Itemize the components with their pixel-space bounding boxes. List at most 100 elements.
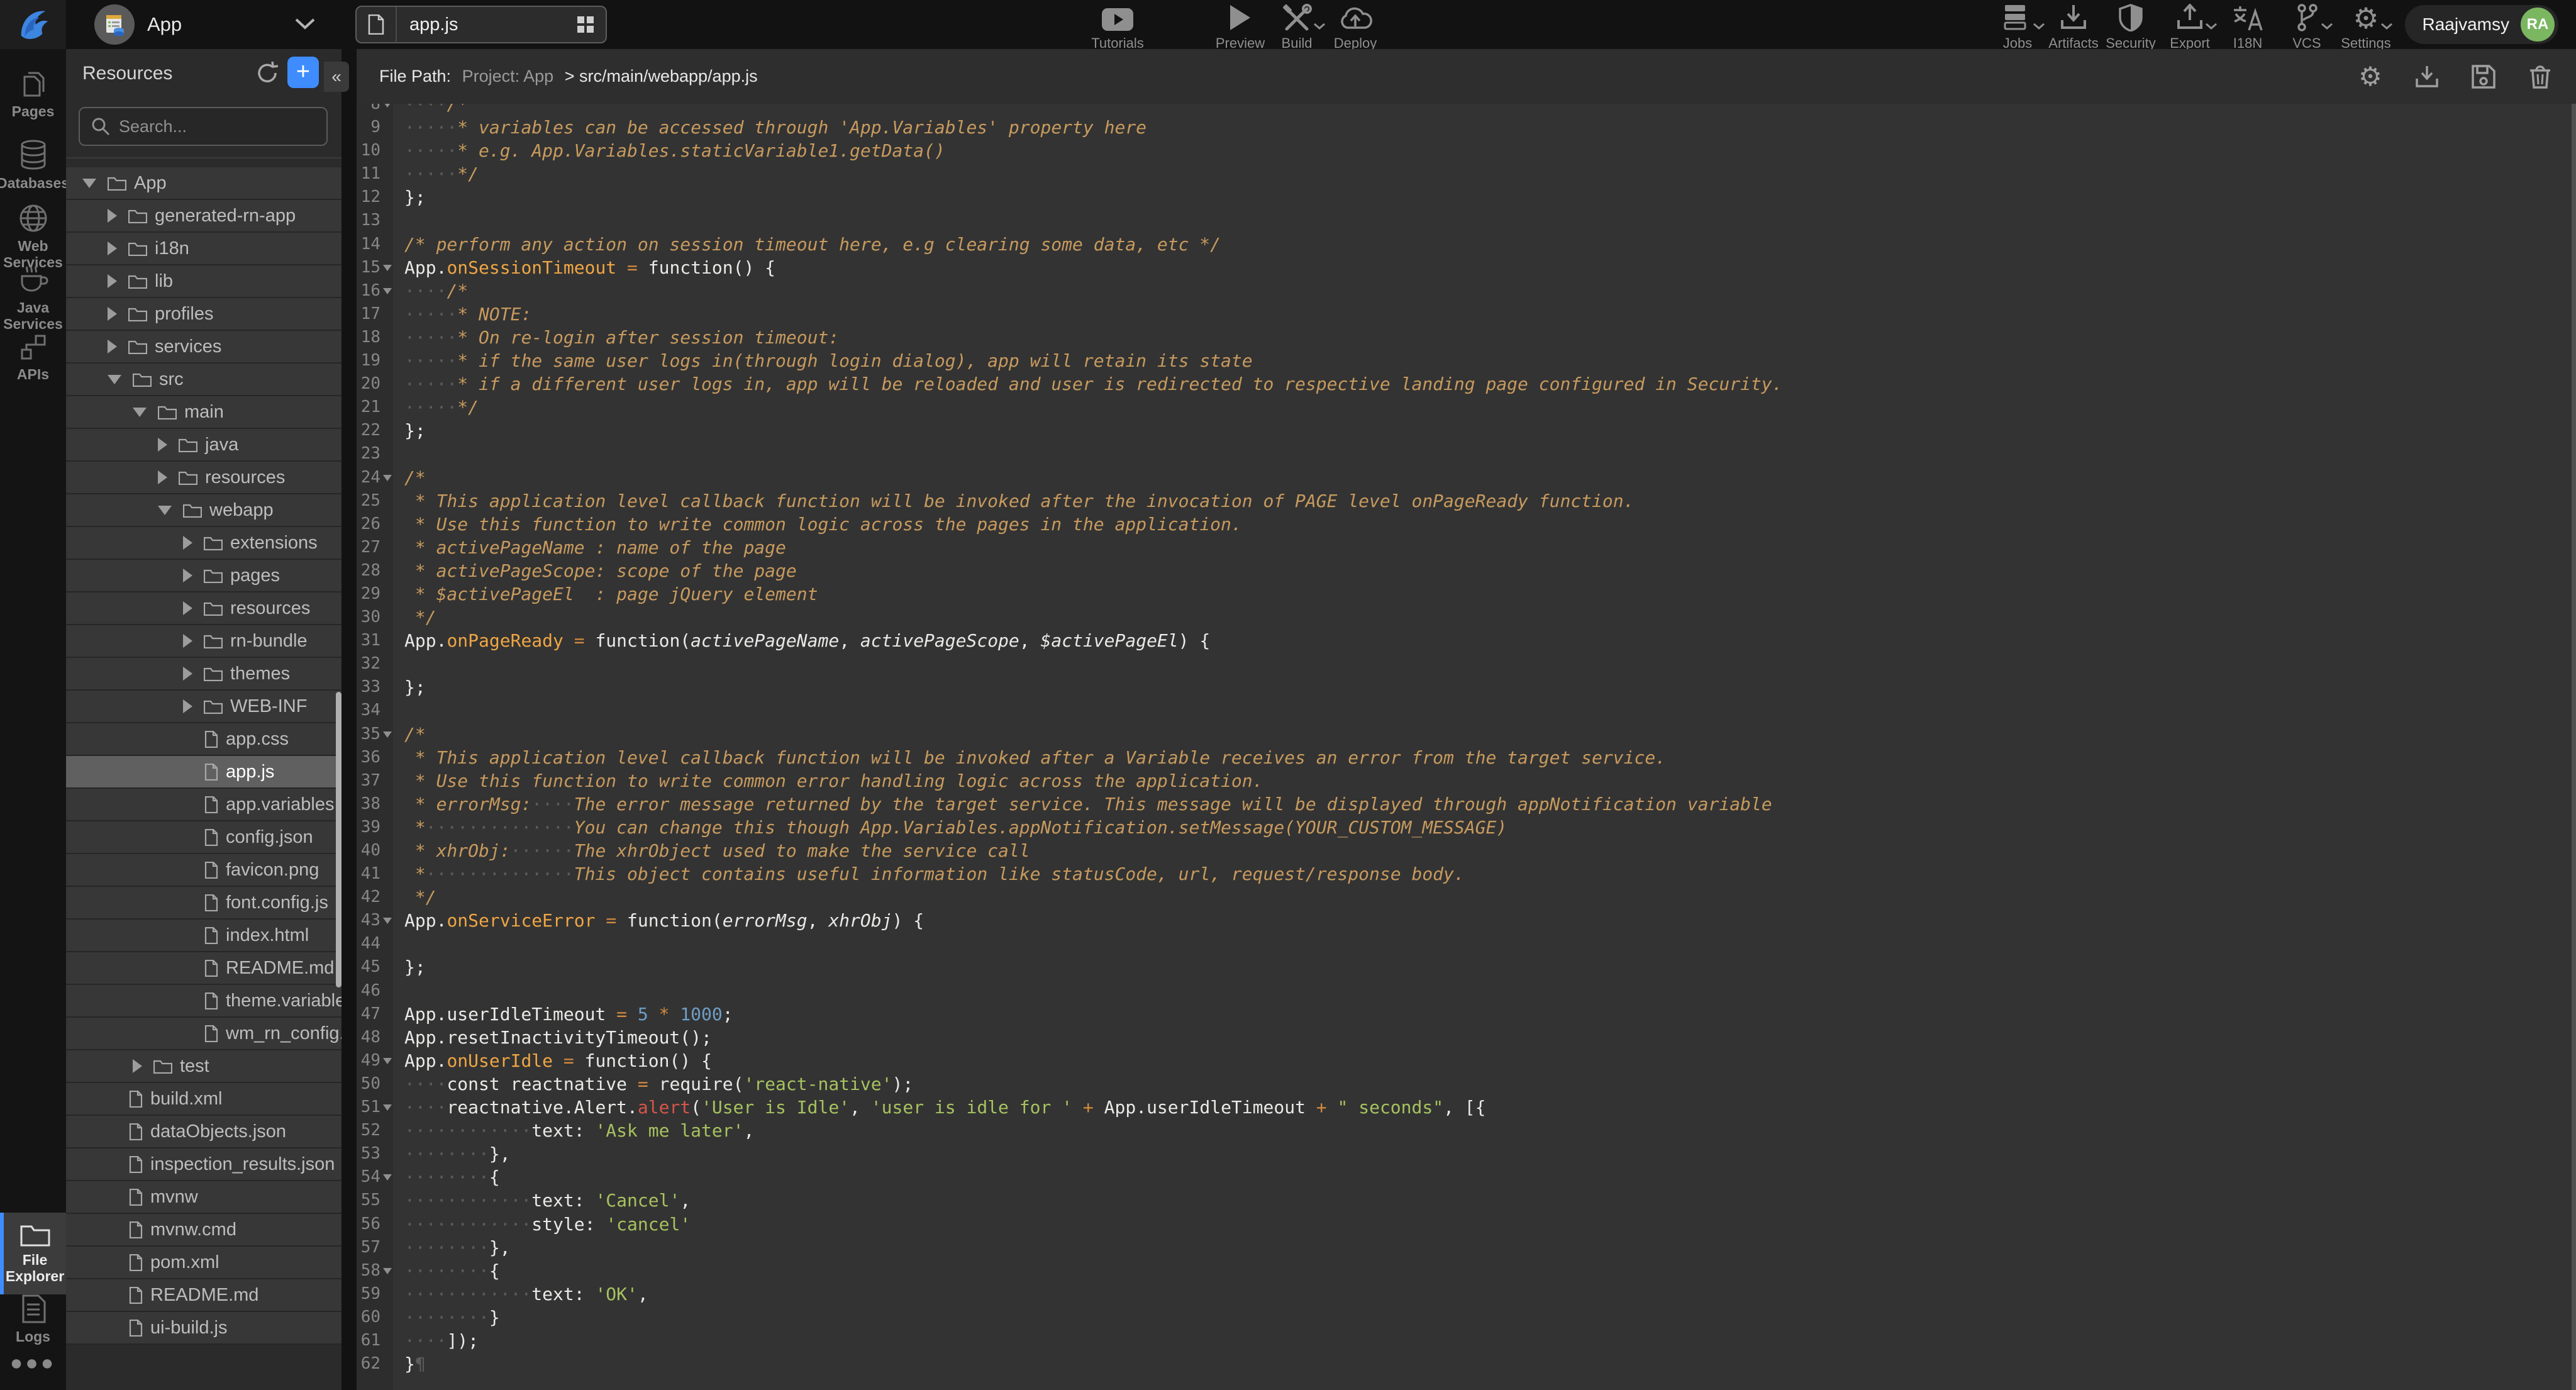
collapse-panel-button[interactable]: «	[324, 62, 349, 92]
fold-marker-icon[interactable]	[383, 1058, 392, 1064]
tree-row-i18n[interactable]: i18n	[66, 233, 341, 265]
tree-row-dataobjects-json[interactable]: dataObjects.json	[66, 1116, 341, 1148]
tree-row-profiles[interactable]: profiles	[66, 298, 341, 331]
search-input[interactable]: Search...	[79, 107, 328, 146]
tree-item-label: pom.xml	[150, 1252, 219, 1273]
settings-button[interactable]: ⚙ Settings	[2319, 4, 2413, 52]
chevron-open-icon[interactable]	[133, 408, 147, 417]
chevron-closed-icon[interactable]	[108, 242, 117, 255]
grid-view-icon[interactable]	[565, 16, 606, 33]
chevron-closed-icon[interactable]	[183, 569, 192, 582]
brand-logo[interactable]	[0, 0, 66, 49]
code-line-54: 54········{	[357, 1165, 2576, 1189]
project-chevron-down-icon[interactable]	[294, 18, 316, 30]
sidebar-item-pages[interactable]: Pages	[0, 70, 66, 120]
chevron-closed-icon[interactable]	[133, 1059, 142, 1073]
tree-row-web-inf[interactable]: WEB-INF	[66, 691, 341, 723]
tree-row-themes[interactable]: themes	[66, 658, 341, 691]
line-number: 16	[357, 279, 393, 303]
chevron-closed-icon[interactable]	[183, 667, 192, 681]
tutorials-button[interactable]: Tutorials	[1070, 4, 1165, 52]
project-name[interactable]: App	[147, 13, 182, 36]
tree-row-app[interactable]: App	[66, 167, 341, 200]
tree-row-webapp[interactable]: webapp	[66, 494, 341, 527]
tree-row-ui-build-js[interactable]: ui-build.js	[66, 1312, 341, 1345]
chevron-closed-icon[interactable]	[108, 340, 117, 353]
line-number: 40	[357, 839, 393, 862]
chevron-open-icon[interactable]	[108, 375, 121, 384]
chevron-closed-icon[interactable]	[108, 307, 117, 321]
tree-row-mvnw-cmd[interactable]: mvnw.cmd	[66, 1214, 341, 1247]
editor-scrollbar[interactable]	[2572, 104, 2576, 1390]
tree-row-index-html[interactable]: index.html	[66, 920, 341, 952]
sidebar-item-web-services[interactable]: Web Services	[0, 204, 66, 270]
tree-row-pages[interactable]: pages	[66, 560, 341, 592]
chevron-open-icon[interactable]	[158, 506, 172, 515]
fold-marker-icon[interactable]	[383, 731, 392, 738]
tree-row-app-variables-js[interactable]: app.variables.js	[66, 789, 341, 821]
more-options-icon[interactable]: ●●●	[0, 1351, 66, 1376]
fold-marker-icon[interactable]	[383, 1268, 392, 1274]
tree-row-build-xml[interactable]: build.xml	[66, 1083, 341, 1116]
fold-marker-icon[interactable]	[383, 288, 392, 294]
deploy-button[interactable]: Deploy	[1308, 4, 1402, 52]
tree-row-app-css[interactable]: app.css	[66, 723, 341, 756]
refresh-icon[interactable]	[255, 60, 280, 86]
tree-row-readme-md[interactable]: README.md	[66, 1279, 341, 1312]
tree-row-font-config-js[interactable]: font.config.js	[66, 887, 341, 920]
sidebar-item-logs[interactable]: Logs	[0, 1294, 66, 1345]
chevron-closed-icon[interactable]	[158, 470, 167, 484]
editor-settings-gear-icon[interactable]: ⚙	[2357, 64, 2384, 90]
fold-marker-icon[interactable]	[383, 265, 392, 271]
tree-row-pom-xml[interactable]: pom.xml	[66, 1247, 341, 1279]
add-resource-button[interactable]: +	[287, 57, 319, 88]
fold-marker-icon[interactable]	[383, 475, 392, 481]
tree-row-resources[interactable]: resources	[66, 462, 341, 494]
chevron-closed-icon[interactable]	[108, 274, 117, 288]
tree-row-generated-rn-app[interactable]: generated-rn-app	[66, 200, 341, 233]
code-area[interactable]: 8····/*9·····* variables can be accessed…	[357, 104, 2576, 1390]
tree-row-favicon-png[interactable]: favicon.png	[66, 854, 341, 887]
tree-row-src[interactable]: src	[66, 364, 341, 396]
tree-row-lib[interactable]: lib	[66, 265, 341, 298]
tree-row-config-json[interactable]: config.json	[66, 821, 341, 854]
save-file-icon[interactable]	[2470, 64, 2497, 90]
tree-row-theme-variables-less[interactable]: theme.variables.less	[66, 985, 341, 1018]
chevron-closed-icon[interactable]	[108, 209, 117, 223]
tree-row-test[interactable]: test	[66, 1050, 341, 1083]
fold-marker-icon[interactable]	[383, 1174, 392, 1181]
tree-row-wm-rn-config-js[interactable]: wm_rn_config.js	[66, 1018, 341, 1050]
tree-row-readme-md[interactable]: README.md	[66, 952, 341, 985]
chevron-closed-icon[interactable]	[183, 634, 192, 648]
tree-row-rn-bundle[interactable]: rn-bundle	[66, 625, 341, 658]
code-line-39: 39 *··············You can change this th…	[357, 816, 2576, 839]
fold-marker-icon[interactable]	[383, 104, 392, 108]
tab-app-js[interactable]: app.js	[355, 6, 607, 43]
tree-row-java[interactable]: java	[66, 429, 341, 462]
chevron-closed-icon[interactable]	[158, 438, 167, 452]
tree-row-inspection-results-json[interactable]: inspection_results.json	[66, 1148, 341, 1181]
fold-marker-icon[interactable]	[383, 1104, 392, 1111]
sidebar-item-apis[interactable]: APIs	[0, 333, 66, 382]
sidebar-item-file-explorer[interactable]: File Explorer	[0, 1213, 66, 1294]
tree-row-app-js[interactable]: app.js	[66, 756, 341, 789]
sidebar-item-databases[interactable]: Databases	[0, 140, 66, 191]
tree-row-main[interactable]: main	[66, 396, 341, 429]
sidebar-item-java-services[interactable]: Java Services	[0, 265, 66, 332]
tree-scrollbar[interactable]	[336, 692, 341, 987]
chevron-open-icon[interactable]	[82, 179, 96, 188]
project-avatar[interactable]	[94, 4, 135, 45]
code-line-text: App.resetInactivityTimeout();	[393, 1026, 712, 1049]
chevron-closed-icon[interactable]	[183, 601, 192, 615]
folder-icon	[204, 601, 223, 616]
tree-row-mvnw[interactable]: mvnw	[66, 1181, 341, 1214]
delete-file-icon[interactable]	[2527, 64, 2553, 90]
user-menu[interactable]: Raajvamsy RA	[2405, 5, 2558, 44]
chevron-closed-icon[interactable]	[183, 699, 192, 713]
chevron-closed-icon[interactable]	[183, 536, 192, 550]
download-file-icon[interactable]	[2414, 64, 2440, 90]
tree-row-resources[interactable]: resources	[66, 592, 341, 625]
fold-marker-icon[interactable]	[383, 918, 392, 924]
tree-row-extensions[interactable]: extensions	[66, 527, 341, 560]
tree-row-services[interactable]: services	[66, 331, 341, 364]
